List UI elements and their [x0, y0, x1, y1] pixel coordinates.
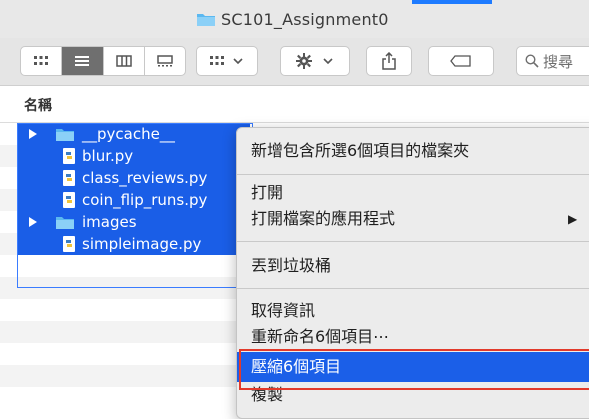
menu-separator — [237, 174, 589, 175]
list-view-icon — [75, 56, 90, 66]
search-field[interactable]: 搜尋 — [516, 46, 589, 76]
menu-item-open-with[interactable]: 打開檔案的應用程式 ▶ — [237, 204, 589, 234]
menu-separator — [237, 288, 589, 289]
search-icon — [525, 54, 539, 68]
menu-item-new-folder-with-selection[interactable]: 新增包含所選6個項目的檔案夾 — [237, 133, 589, 169]
share-button[interactable] — [366, 46, 412, 76]
window-title: SC101_Assignment0 — [196, 8, 389, 30]
menu-item-open-with-label: 打開檔案的應用程式 — [251, 209, 396, 228]
icon-view-icon — [34, 56, 49, 65]
view-mode-segmented-control — [20, 46, 186, 76]
action-button[interactable] — [280, 46, 350, 76]
chevron-down-icon — [323, 58, 333, 65]
window-title-text: SC101_Assignment0 — [221, 9, 389, 29]
gallery-view-icon — [157, 55, 173, 67]
submenu-arrow-icon: ▶ — [568, 212, 578, 226]
tags-button[interactable] — [428, 46, 494, 76]
group-by-button[interactable] — [196, 46, 258, 76]
menu-separator — [237, 241, 589, 242]
menu-item-move-to-trash[interactable]: 丟到垃圾桶 — [237, 251, 589, 281]
menu-item-rename[interactable]: 重新命名6個項目⋯ — [237, 322, 589, 352]
chevron-down-icon — [233, 58, 243, 65]
annotation-highlight-box — [239, 349, 589, 390]
grid-icon — [210, 56, 224, 65]
search-placeholder: 搜尋 — [543, 52, 574, 71]
column-header-name[interactable]: 名稱 — [24, 95, 52, 115]
tag-icon — [450, 55, 471, 67]
column-view-icon — [115, 55, 132, 67]
gallery-view-button[interactable] — [145, 47, 185, 75]
selection-outline — [17, 123, 253, 288]
list-view-button[interactable] — [62, 47, 104, 75]
column-view-button[interactable] — [104, 47, 145, 75]
folder-icon — [197, 14, 215, 26]
toolbar: 搜尋 — [0, 38, 589, 86]
list-header: 名稱 — [0, 86, 589, 123]
share-icon — [382, 52, 396, 70]
title-accent-bar — [412, 0, 492, 4]
title-bar: SC101_Assignment0 — [0, 0, 589, 38]
icon-view-button[interactable] — [21, 47, 63, 75]
gear-icon — [296, 53, 312, 69]
